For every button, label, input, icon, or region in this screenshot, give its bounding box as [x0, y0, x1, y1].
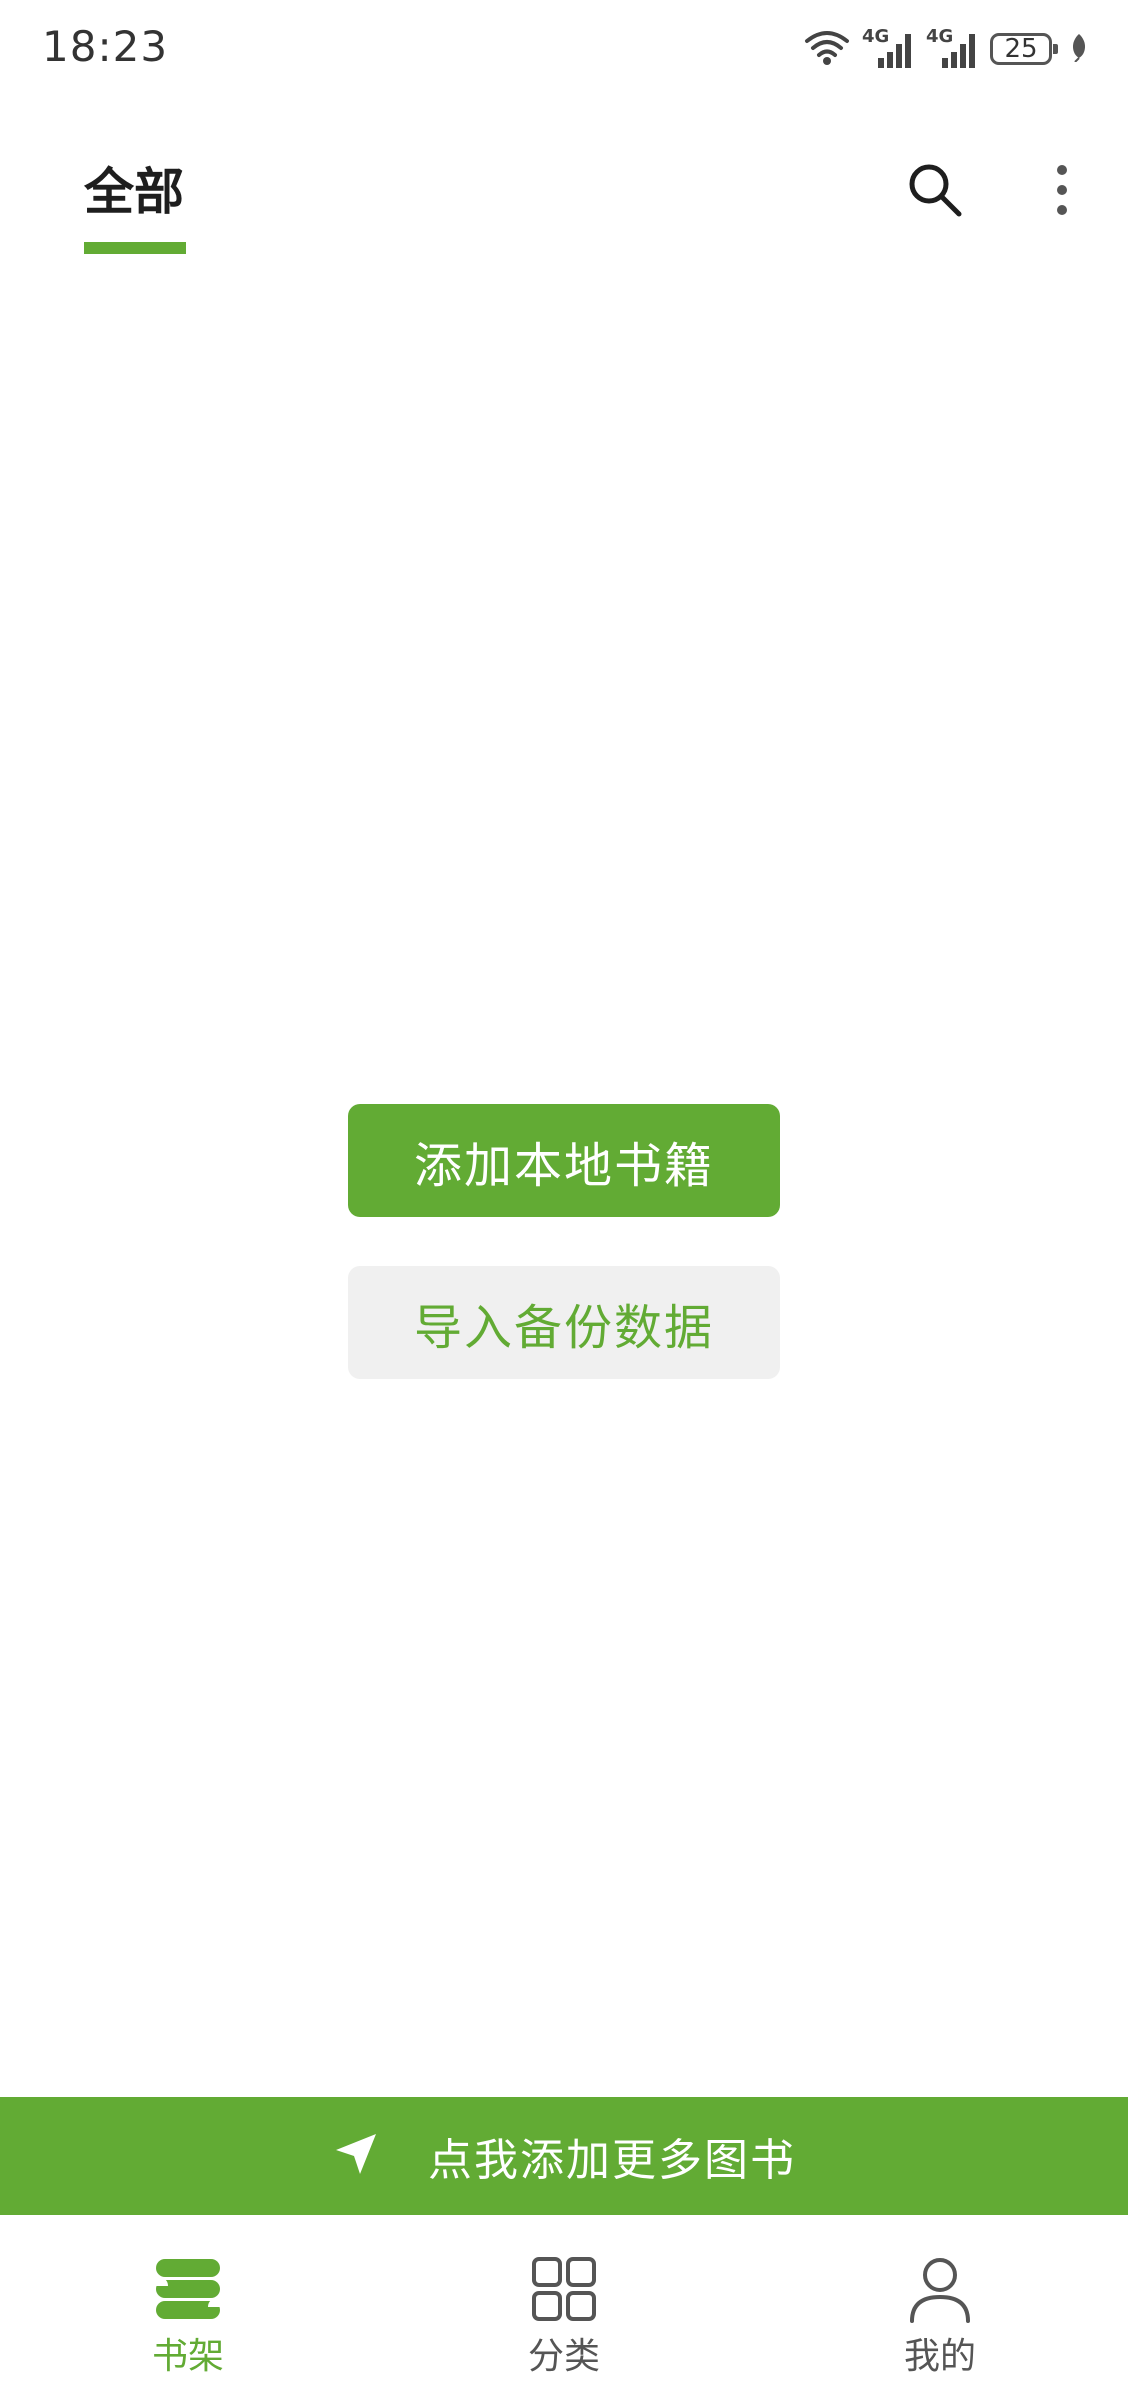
category-grid-icon	[528, 2253, 600, 2325]
wifi-icon	[804, 27, 850, 71]
battery-icon: 25	[990, 33, 1058, 65]
banner-text: 点我添加更多图书	[428, 2135, 796, 2186]
nav-item-category[interactable]: 分类	[376, 2215, 752, 2400]
profile-icon	[904, 2253, 976, 2325]
nav-label-profile: 我的	[903, 2336, 976, 2377]
tab-indicator	[84, 242, 186, 254]
add-more-books-banner[interactable]: 点我添加更多图书	[0, 2097, 1128, 2215]
search-button[interactable]	[895, 152, 975, 232]
nav-item-profile[interactable]: 我的	[752, 2215, 1128, 2400]
import-backup-button[interactable]: 导入备份数据	[348, 1266, 780, 1379]
navigation-arrow-icon	[332, 2130, 380, 2182]
top-bar: 全部	[0, 130, 1128, 260]
signal-icon: 4G	[926, 26, 978, 70]
nav-item-bookshelf[interactable]: 书架	[0, 2215, 376, 2400]
bottom-navigation: 书架 分类 我的	[0, 2215, 1128, 2400]
more-vertical-icon	[1052, 162, 1072, 222]
tab-all[interactable]: 全部	[84, 152, 184, 224]
bookshelf-screen: 18:23 4G 4G 25 全部 添加本地书籍 导入备份数据 点我添加更多图书…	[0, 0, 1128, 2400]
status-bar: 18:23 4G 4G 25	[0, 0, 1128, 100]
search-icon	[905, 160, 965, 224]
status-time: 18:23	[42, 22, 169, 71]
signal-icon: 4G	[862, 26, 914, 70]
nav-label-bookshelf: 书架	[151, 2336, 224, 2377]
add-local-books-button[interactable]: 添加本地书籍	[348, 1104, 780, 1217]
bookshelf-icon	[152, 2253, 224, 2325]
status-icons: 4G 4G 25	[804, 26, 1088, 72]
nav-label-category: 分类	[527, 2336, 600, 2377]
leaf-icon	[1070, 32, 1088, 66]
more-options-button[interactable]	[1022, 152, 1102, 232]
battery-level: 25	[1004, 34, 1038, 64]
